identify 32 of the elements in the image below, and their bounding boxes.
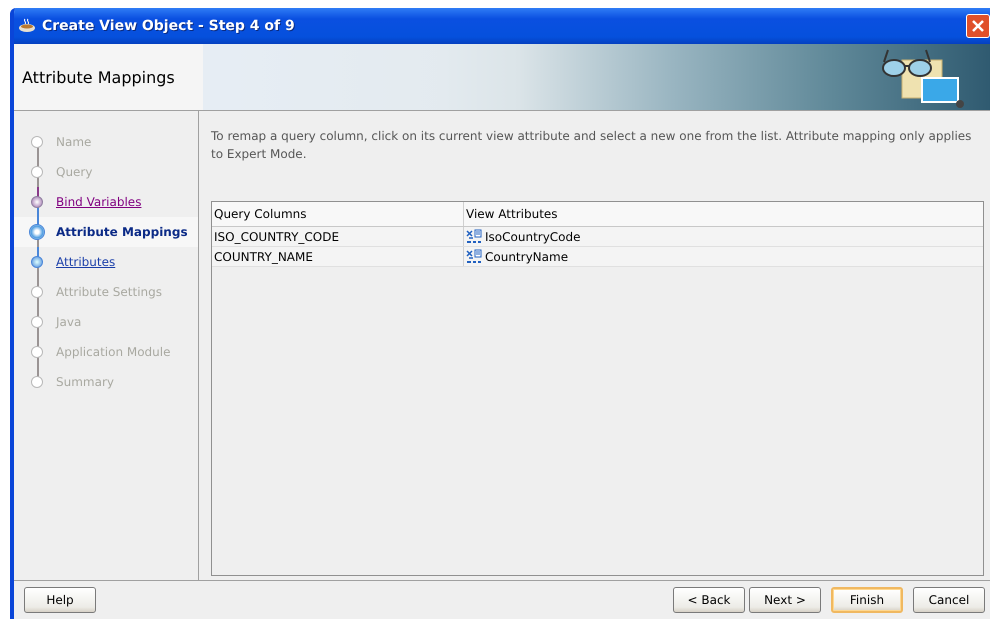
close-icon [972, 20, 984, 32]
step-link[interactable]: Attributes [56, 255, 116, 269]
instructions-text: To remap a query column, click on its current view attribute and select a new one from the list. Attribute mapping only applies to Expert Mode. [211, 128, 972, 163]
step-node-icon [31, 286, 43, 298]
column-header[interactable]: Query Columns [212, 202, 464, 226]
coffee-cup-icon [18, 18, 36, 34]
cancel-button[interactable]: Cancel [913, 587, 985, 613]
step-label: Application Module [56, 345, 170, 359]
step-label: Java [56, 315, 82, 329]
step-node-icon [31, 376, 43, 388]
window-title: Create View Object - Step 4 of 9 [42, 18, 296, 34]
next-button[interactable]: Next > [749, 587, 821, 613]
step-node-icon [31, 346, 43, 358]
close-button[interactable] [966, 14, 990, 38]
step-label: Summary [56, 375, 114, 389]
table-cell: ISO_COUNTRY_CODE [212, 227, 464, 246]
table-cell: COUNTRY_NAME [212, 247, 464, 266]
page-header-title: Attribute Mappings [14, 44, 203, 110]
column-header[interactable]: View Attributes [464, 202, 983, 226]
step-node-icon [31, 166, 43, 178]
step-label: Query [56, 165, 92, 179]
step-link[interactable]: Bind Variables [56, 195, 142, 209]
finish-button[interactable]: Finish [831, 587, 903, 613]
table-cell[interactable]: CountryName [485, 250, 568, 264]
step-node-icon [31, 136, 43, 148]
help-button[interactable]: Help [24, 587, 96, 613]
step-label: Name [56, 135, 92, 149]
table-cell[interactable]: IsoCountryCode [485, 230, 581, 244]
step-node-icon [31, 316, 43, 328]
step-node-icon [31, 196, 43, 208]
step-label: Attribute Settings [56, 285, 162, 299]
back-button[interactable]: < Back [673, 587, 745, 613]
